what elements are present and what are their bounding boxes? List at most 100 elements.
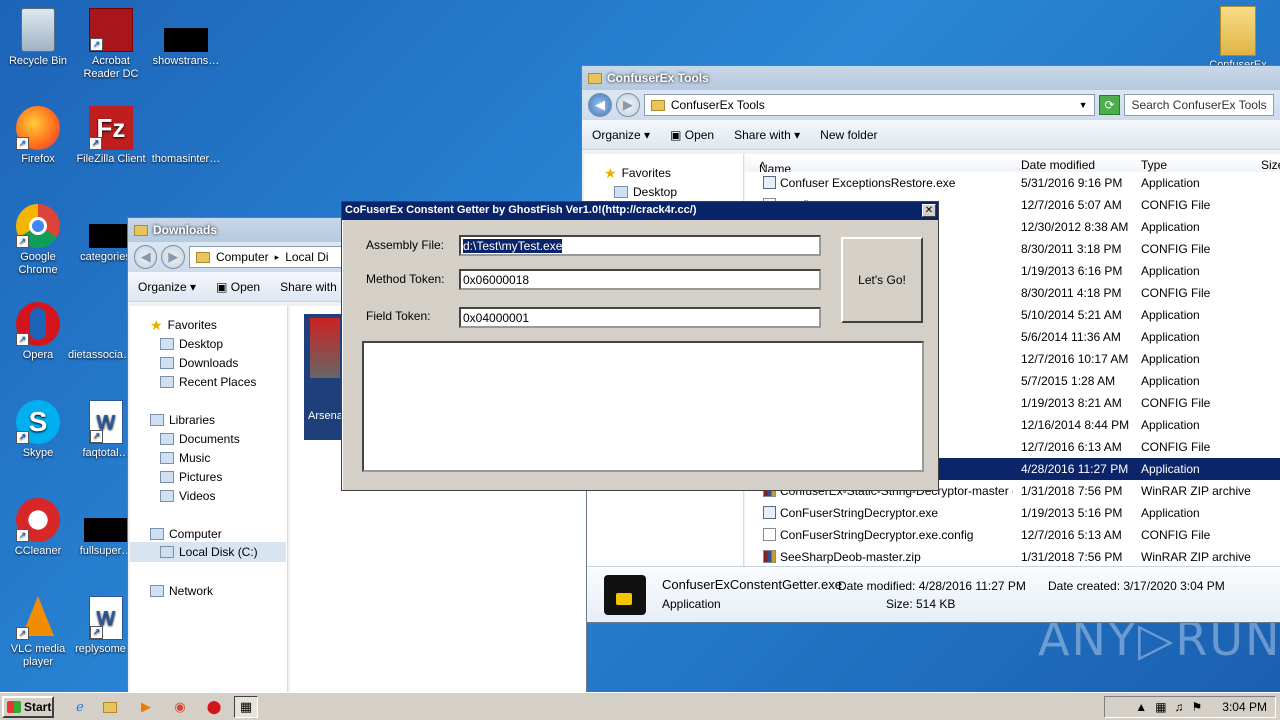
desktop-icon-confuserex[interactable]: ConfuserEx — [1200, 6, 1276, 72]
nav-videos[interactable]: Videos — [160, 489, 215, 503]
downloads-icon — [160, 357, 174, 369]
file-row[interactable]: ConFuserStringDecryptor.exe 1/19/2013 5:1… — [745, 502, 1280, 524]
file-type: Application — [1141, 264, 1200, 278]
file-date: 5/10/2014 5:21 AM — [1021, 308, 1122, 322]
file-date: 5/7/2015 1:28 AM — [1021, 374, 1116, 388]
show-hidden-icons-icon[interactable]: ▲ — [1135, 700, 1147, 714]
forward-button[interactable]: ▶ — [161, 245, 185, 269]
desktop-icon-chrome[interactable]: ↗ Google Chrome — [0, 204, 76, 277]
firefox-icon: ↗ — [16, 106, 60, 150]
window-title-bar[interactable]: ConfuserEx Tools — [582, 66, 1280, 90]
open-button[interactable]: ▣ Open — [216, 280, 260, 294]
desktop-icon — [160, 338, 174, 350]
column-type[interactable]: Type — [1141, 158, 1167, 172]
details-size: Size: 514 KB — [886, 597, 956, 611]
desktop-icon-showstrans[interactable]: showstrans… — [148, 8, 224, 68]
nav-local-disk[interactable]: Local Disk (C:) — [130, 542, 286, 562]
acrobat-icon: ↗ — [89, 8, 133, 52]
file-date: 1/19/2013 5:16 PM — [1021, 506, 1123, 520]
media-player-icon[interactable]: ▶ — [134, 696, 158, 718]
search-input[interactable]: Search ConfuserEx Tools — [1124, 94, 1275, 116]
nav-downloads[interactable]: Downloads — [160, 356, 238, 370]
file-row[interactable]: SeeSharpDeob-master.zip 1/31/2018 7:56 PM… — [745, 546, 1280, 568]
new-folder-button[interactable]: New folder — [820, 128, 877, 142]
desktop-icon-filezilla[interactable]: Fz ↗ FileZilla Client — [73, 106, 149, 166]
file-type: Application — [1141, 176, 1200, 190]
desktop-icon-thomasinter[interactable]: thomasinter… — [148, 106, 224, 166]
filezilla-icon: Fz ↗ — [89, 106, 133, 150]
dialog-title-bar[interactable]: CoFuserEx Constent Getter by GhostFish V… — [342, 202, 938, 220]
desktop-icon-skype[interactable]: S ↗ Skype — [0, 400, 76, 460]
nav-music[interactable]: Music — [160, 451, 210, 465]
file-name: ConFuserStringDecryptor.exe.config — [763, 528, 1013, 542]
file-date: 12/7/2016 5:13 AM — [1021, 528, 1122, 542]
documents-icon — [160, 433, 174, 445]
method-token-input[interactable]: 0x06000018 — [459, 269, 821, 290]
chrome-taskbar-icon[interactable]: ◉ — [168, 696, 192, 718]
organize-button[interactable]: Organize ▾ — [138, 280, 196, 294]
column-size[interactable]: Size — [1261, 158, 1280, 172]
nav-libraries[interactable]: Libraries — [150, 413, 215, 427]
file-type: CONFIG File — [1141, 528, 1211, 542]
nav-desktop[interactable]: Desktop — [614, 185, 677, 199]
start-button[interactable]: Start — [2, 696, 54, 718]
file-thumbnail[interactable]: Arsena — [304, 314, 344, 440]
application-icon — [763, 176, 776, 189]
nav-pictures[interactable]: Pictures — [160, 470, 222, 484]
clock[interactable]: 3:04 PM — [1222, 700, 1267, 714]
refresh-button[interactable]: ⟳ — [1098, 95, 1121, 115]
details-filename: ConfuserExConstentGetter.exe — [662, 577, 842, 592]
share-with-button[interactable]: Share with ▾ — [734, 128, 800, 142]
nav-desktop[interactable]: Desktop — [160, 337, 223, 351]
desktop-icon-acrobat[interactable]: ↗ Acrobat Reader DC — [73, 8, 149, 81]
file-date: 12/7/2016 10:17 AM — [1021, 352, 1129, 366]
file-row[interactable]: ConFuserStringDecryptor.exe.config 12/7/2… — [745, 524, 1280, 546]
network-tray-icon[interactable]: ▦ — [1155, 700, 1166, 714]
close-button[interactable]: ✕ — [922, 204, 936, 217]
confuser-app-taskbar-icon[interactable]: ▦ — [234, 696, 258, 718]
organize-button[interactable]: Organize ▾ — [592, 128, 650, 142]
folder-icon — [195, 251, 210, 263]
column-date-modified[interactable]: Date modified — [1021, 158, 1095, 172]
lets-go-button[interactable]: Let's Go! — [841, 237, 923, 323]
file-type: WinRAR ZIP archive — [1141, 484, 1251, 498]
field-token-input[interactable]: 0x04000001 — [459, 307, 821, 328]
details-kind: Application — [662, 597, 721, 611]
open-button[interactable]: ▣ Open — [670, 128, 714, 142]
desktop-icon-firefox[interactable]: ↗ Firefox — [0, 106, 76, 166]
file-row[interactable]: Confuser ExceptionsRestore.exe 5/31/2016 … — [745, 172, 1280, 194]
explorer-icon[interactable] — [98, 696, 122, 718]
file-date: 1/31/2018 7:56 PM — [1021, 484, 1123, 498]
address-bar: ◀ ▶ ConfuserEx Tools ▼ ⟳ Search Confuser… — [582, 90, 1280, 120]
nav-documents[interactable]: Documents — [160, 432, 240, 446]
share-with-button[interactable]: Share with — [280, 280, 337, 294]
desktop-icon-recycle-bin[interactable]: Recycle Bin — [0, 8, 76, 68]
address-field[interactable]: ConfuserEx Tools ▼ — [643, 94, 1095, 116]
assembly-file-input[interactable]: d:\Test\myTest.exe — [459, 235, 821, 256]
desktop-icon-vlc[interactable]: ↗ VLC media player — [0, 596, 76, 669]
libraries-icon — [150, 414, 164, 426]
breadcrumb-local-disk[interactable]: Local Di — [285, 250, 328, 264]
nav-computer[interactable]: Computer — [150, 527, 222, 541]
file-name: ConFuserStringDecryptor.exe — [763, 506, 1013, 520]
ie-icon[interactable]: ℯ — [68, 696, 92, 718]
back-button[interactable]: ◀ — [134, 245, 158, 269]
videos-icon — [160, 490, 174, 502]
forward-button[interactable]: ▶ — [615, 93, 640, 117]
flag-icon[interactable]: ⚑ — [1192, 700, 1203, 714]
word-doc-icon: W ↗ — [89, 400, 123, 444]
column-name[interactable]: Name ˄ — [759, 158, 791, 176]
file-date: 12/7/2016 5:07 AM — [1021, 198, 1122, 212]
file-name: SeeSharpDeob-master.zip — [763, 550, 1013, 564]
folder-icon — [588, 72, 602, 84]
nav-network[interactable]: Network — [150, 584, 213, 598]
desktop-icon-ccleaner[interactable]: ↗ CCleaner — [0, 498, 76, 558]
opera-taskbar-icon[interactable]: ⬤ — [202, 696, 226, 718]
nav-favorites[interactable]: ★ Favorites — [604, 166, 671, 180]
output-textarea[interactable] — [362, 341, 924, 472]
breadcrumb-computer[interactable]: Computer — [216, 250, 269, 264]
back-button[interactable]: ◀ — [588, 93, 612, 117]
volume-icon[interactable]: ♫ — [1175, 700, 1184, 714]
nav-recent-places[interactable]: Recent Places — [160, 375, 256, 389]
nav-favorites[interactable]: ★ Favorites — [150, 318, 217, 332]
